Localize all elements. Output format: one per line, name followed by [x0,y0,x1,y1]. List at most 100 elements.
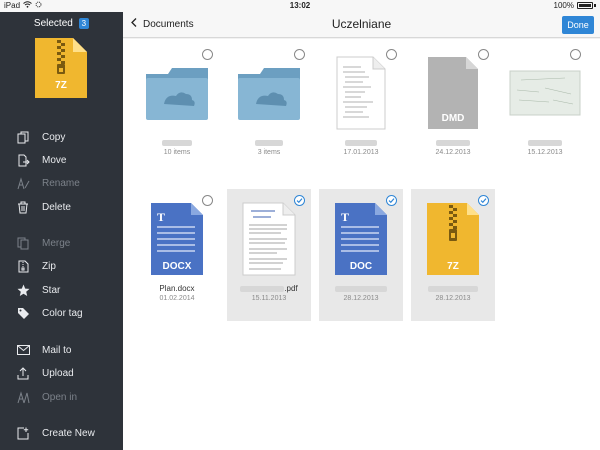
top-nav-bar: Documents Uczelniane Done [123,12,600,38]
checkmark-icon [296,198,303,204]
file-meta: 3 items [257,149,281,156]
status-time: 13:02 [289,1,311,10]
menu-delete[interactable]: Delete [16,199,71,215]
menu-copy-label: Copy [42,131,66,143]
file-grid: 10 items 3 items 17.01.2013 DMD 24.12.20… [123,39,600,450]
menu-color-tag-label: Color tag [42,307,83,319]
document-thumbnail [319,51,403,135]
file-meta: 28.12.2013 [435,295,471,302]
file-extension: .pdf [284,284,298,293]
selected-label: Selected [33,18,73,29]
mail-icon [16,343,30,357]
file-tile[interactable]: 15.12.2013 [503,43,587,167]
folder-icon [227,51,311,135]
file-meta: 17.01.2013 [343,149,379,156]
selected-archive-label: 7Z [55,80,67,91]
archive-file-icon: 7Z [411,197,495,281]
file-meta: 15.11.2013 [251,295,287,302]
file-name: .pdf [227,284,311,294]
selected-archive-icon: 7Z [33,38,89,98]
docx-file-icon: T DOCX [135,197,219,281]
file-tile[interactable]: DMD 24.12.2013 [411,43,495,167]
doc-file-icon: T DOC [319,197,403,281]
menu-rename-label: Rename [42,177,80,189]
dmd-label: DMD [441,113,465,124]
select-checkbox-checked[interactable] [294,195,305,206]
status-bar: iPad 13:02 100% [0,0,600,12]
page-title: Uczelniane [331,17,392,31]
doc-label: DOC [349,261,373,272]
copy-icon [16,130,30,144]
file-meta: 01.02.2014 [159,295,195,302]
file-meta: 28.12.2013 [343,295,379,302]
file-meta: 15.12.2013 [527,149,563,156]
file-tile-selected[interactable]: T DOC 28.12.2013 [319,189,403,321]
select-checkbox[interactable] [386,49,397,60]
pdf-thumbnail [227,197,311,281]
menu-copy[interactable]: Copy [16,129,65,145]
menu-open-in[interactable]: Open in [16,389,77,405]
select-checkbox[interactable] [478,49,489,60]
menu-merge[interactable]: Merge [16,235,70,251]
menu-create-new-label: Create New [42,427,95,439]
menu-zip-label: Zip [42,260,56,272]
rename-icon [16,176,30,190]
menu-create-new[interactable]: Create New [16,425,95,441]
file-name [227,138,311,148]
file-name [135,138,219,148]
zip-icon [16,259,30,273]
battery-icon [577,2,593,9]
menu-star-label: Star [42,284,61,296]
menu-delete-label: Delete [42,201,71,213]
file-name [319,138,403,148]
file-name [411,138,495,148]
menu-star[interactable]: Star [16,282,60,298]
select-checkbox-checked[interactable] [478,195,489,206]
menu-open-in-label: Open in [42,391,78,403]
menu-upload[interactable]: Upload [16,365,74,381]
checkmark-icon [480,198,487,204]
selected-count-badge: 3 [78,18,90,29]
docx-label: DOCX [162,261,192,272]
select-checkbox[interactable] [202,49,213,60]
menu-mail-to[interactable]: Mail to [16,342,71,358]
menu-upload-label: Upload [42,367,74,379]
folder-icon [135,51,219,135]
file-meta: 24.12.2013 [435,149,471,156]
menu-color-tag[interactable]: Color tag [16,305,83,321]
file-name [319,284,403,294]
file-tile[interactable]: 3 items [227,43,311,167]
file-tile[interactable]: 17.01.2013 [319,43,403,167]
move-icon [16,153,30,167]
menu-rename[interactable]: Rename [16,175,80,191]
menu-zip[interactable]: Zip [16,258,56,274]
menu-merge-label: Merge [42,237,71,249]
dmd-file-icon: DMD [411,51,495,135]
file-name [503,138,587,148]
create-new-icon [16,426,30,440]
tag-icon [16,306,30,320]
image-thumbnail [503,51,587,135]
select-checkbox[interactable] [294,49,305,60]
done-button[interactable]: Done [562,16,594,34]
menu-mail-to-label: Mail to [42,344,72,356]
file-meta: 10 items [163,149,191,156]
sidebar: Selected 3 7Z Copy Move Rename Delete Me… [0,12,123,450]
file-tile-selected[interactable]: .pdf 15.11.2013 [227,189,311,321]
svg-text:T: T [157,210,165,224]
file-tile[interactable]: T DOCX Plan.docx 01.02.2014 [135,189,219,313]
file-tile[interactable]: 10 items [135,43,219,167]
file-tile-selected[interactable]: 7Z 28.12.2013 [411,189,495,321]
menu-move[interactable]: Move [16,152,66,168]
archive-label: 7Z [447,261,459,272]
select-checkbox-checked[interactable] [386,195,397,206]
file-name: Plan.docx [159,284,195,293]
svg-text:T: T [341,210,349,224]
select-checkbox[interactable] [570,49,581,60]
trash-icon [16,200,30,214]
upload-icon [16,366,30,380]
file-name [411,284,495,294]
menu-move-label: Move [42,154,67,166]
selection-header: Selected 3 [0,18,123,29]
select-checkbox[interactable] [202,195,213,206]
